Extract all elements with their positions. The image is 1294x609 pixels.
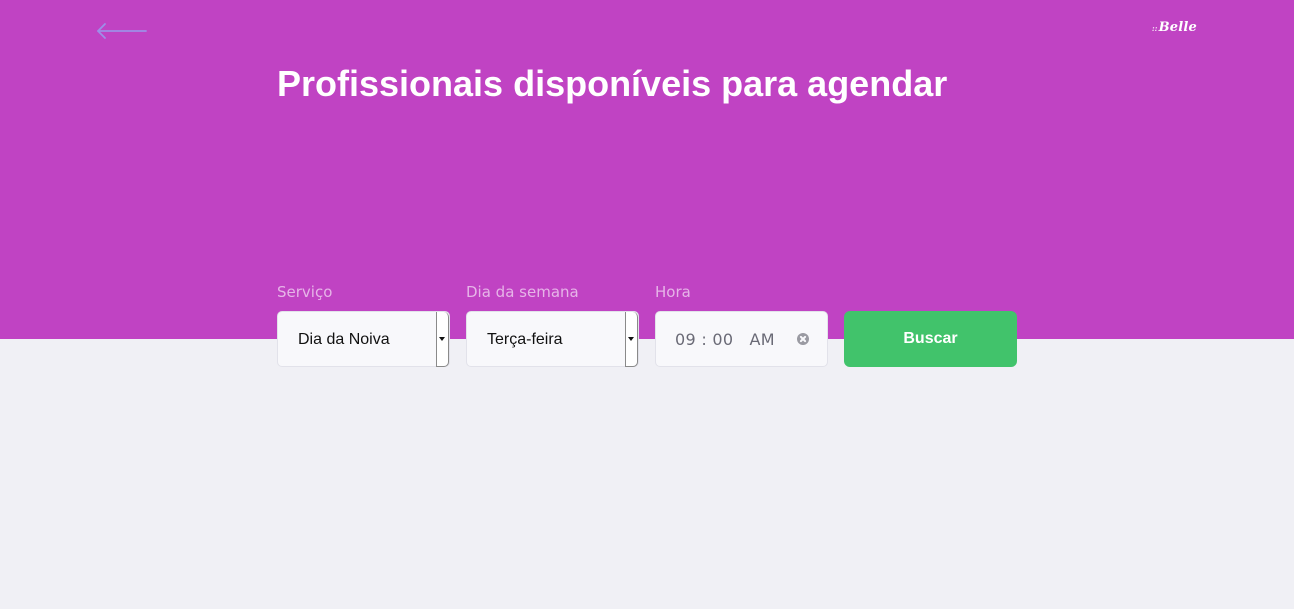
clear-circle-icon[interactable] [797, 333, 809, 345]
logo-text: Belle [1158, 20, 1197, 35]
weekday-select-value: Terça-feira [487, 331, 563, 348]
caret-down-icon[interactable] [625, 312, 638, 367]
time-label: Hora [655, 283, 691, 301]
brand-logo[interactable]: ::Belle [1152, 20, 1198, 42]
weekday-select[interactable]: Terça-feira [466, 311, 639, 367]
service-select[interactable]: Dia da Noiva [277, 311, 450, 367]
caret-down-icon[interactable] [436, 312, 449, 367]
page-title: Profissionais disponíveis para agendar [277, 63, 948, 104]
time-input-value: 09 : 00 AM [675, 330, 775, 349]
back-arrow-icon[interactable] [96, 20, 148, 42]
hero-banner [0, 0, 1294, 339]
service-label: Serviço [277, 283, 333, 301]
time-input[interactable]: 09 : 00 AM [655, 311, 828, 367]
search-button[interactable]: Buscar [844, 311, 1017, 367]
weekday-label: Dia da semana [466, 283, 579, 301]
service-select-value: Dia da Noiva [298, 331, 390, 348]
logo-prefix: :: [1152, 24, 1158, 33]
